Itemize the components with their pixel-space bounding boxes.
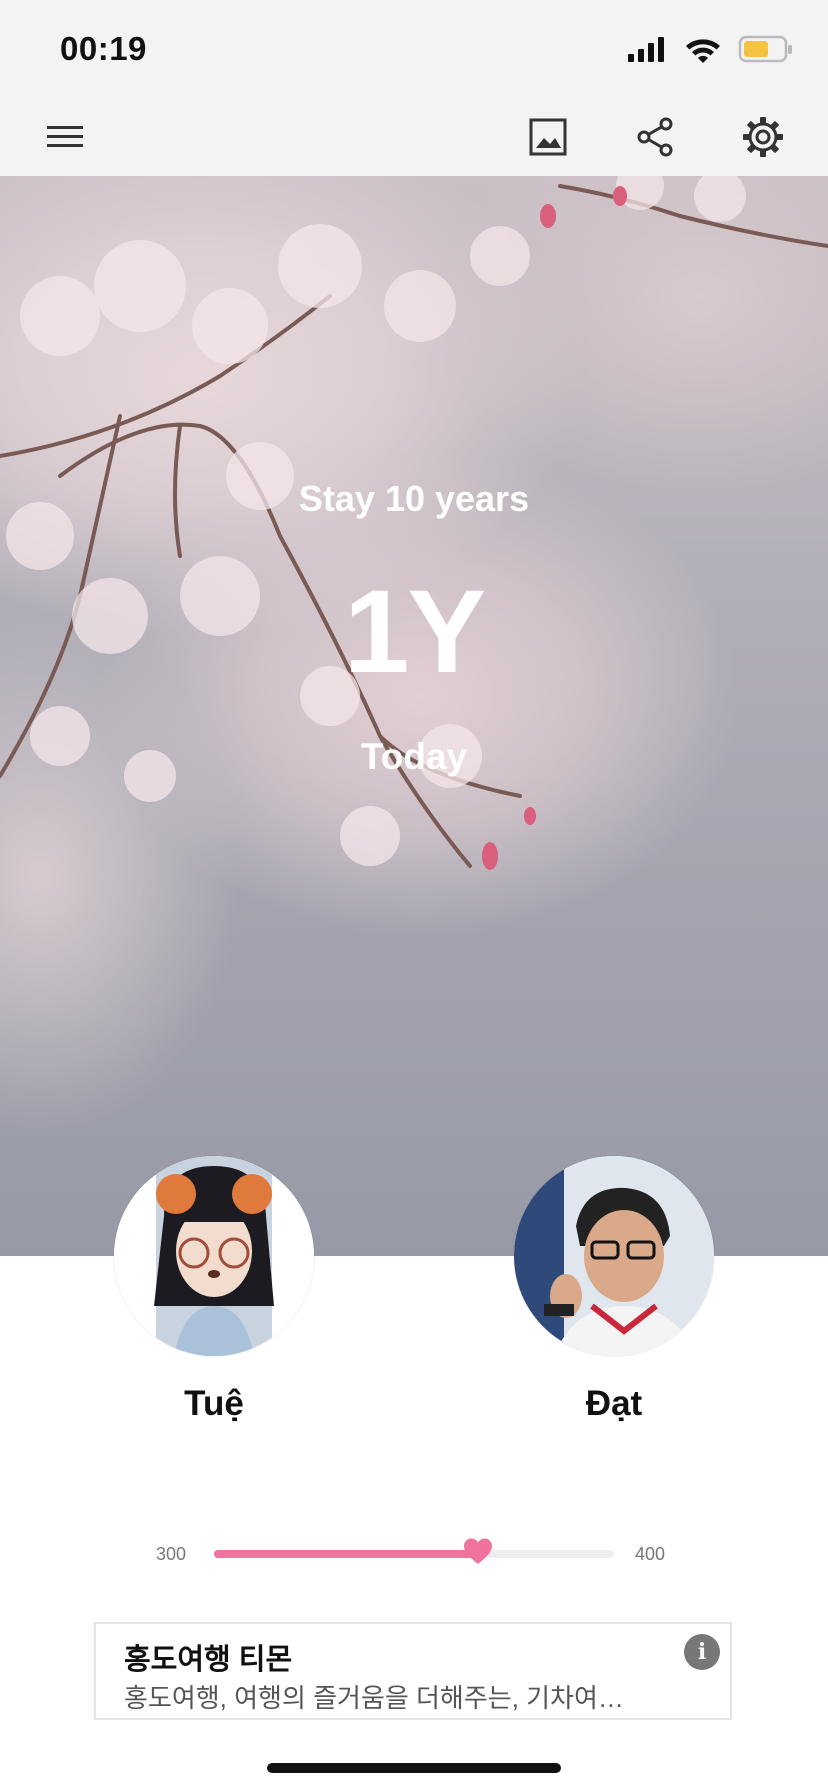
date-label: Today [360,736,468,777]
goal-subtitle: Stay 10 years [298,478,530,519]
wifi-icon [686,39,720,63]
cherry-branch-illustration [0,176,828,870]
battery-icon [738,35,792,63]
progress-fill [214,1550,478,1558]
progress-max-label: 400 [635,1544,666,1564]
heart-icon[interactable] [463,1537,493,1567]
ad-banner[interactable]: 홍도여행 티몬 홍도여행, 여행의 즐거움을 더해주는, 기차여… i [94,1622,732,1720]
left-profile-avatar[interactable] [114,1156,314,1356]
top-toolbar [0,95,828,176]
duration-counter[interactable]: 1Y [0,564,828,700]
status-icons [628,32,798,68]
status-time: 00:19 [60,30,147,67]
ad-title[interactable]: 홍도여행 티몬 [124,1636,292,1678]
right-profile-avatar[interactable] [514,1156,714,1356]
ad-description[interactable]: 홍도여행, 여행의 즐거움을 더해주는, 기차여… [124,1678,684,1715]
left-profile-name[interactable]: Tuệ [114,1384,314,1424]
info-icon[interactable]: i [684,1634,720,1670]
right-profile-name[interactable]: Đạt [514,1384,714,1424]
status-bar: 00:19 [0,0,828,95]
menu-icon[interactable] [35,107,95,167]
background-photo[interactable]: Stay 10 years 1Y Today [0,176,828,1256]
progress-min-label: 300 [156,1544,187,1564]
signal-icon [628,37,664,62]
settings-icon[interactable] [733,107,793,167]
progress-track[interactable] [214,1538,614,1564]
share-icon[interactable] [625,107,685,167]
image-icon[interactable] [518,107,578,167]
home-indicator[interactable] [267,1763,561,1773]
